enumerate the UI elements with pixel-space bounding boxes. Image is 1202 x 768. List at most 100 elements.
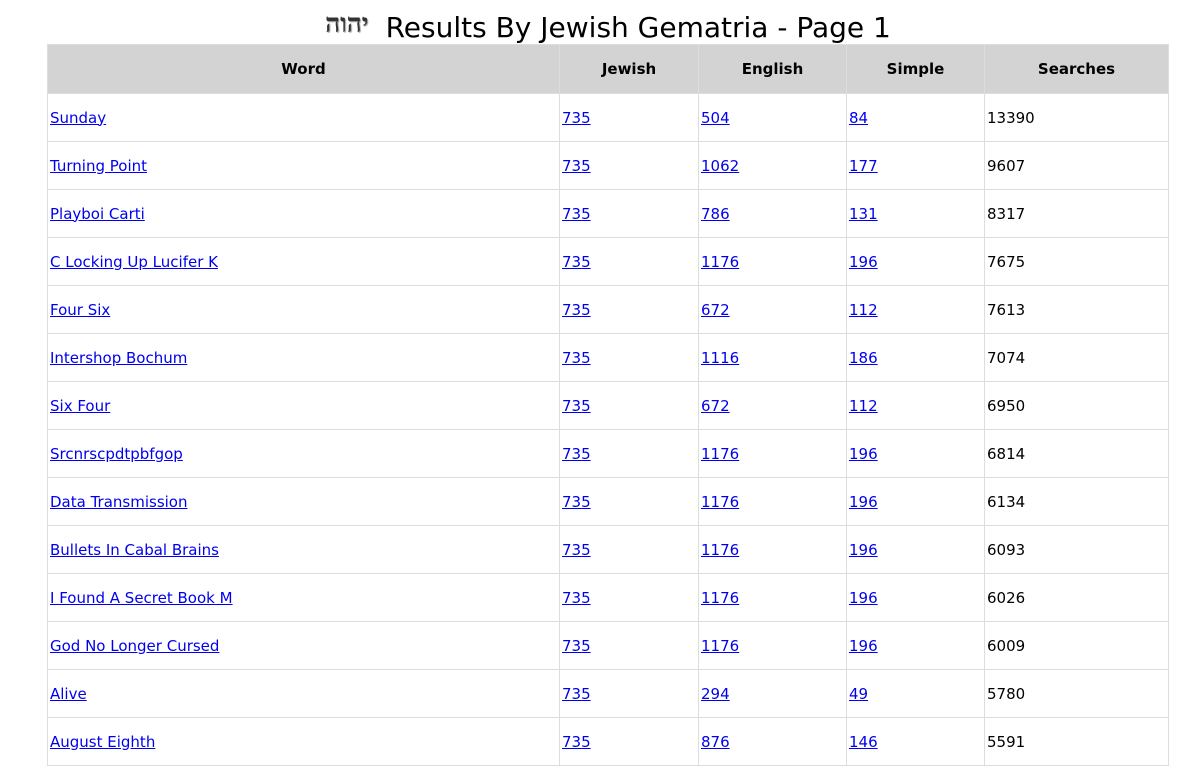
simple-cell: 196 bbox=[846, 573, 985, 622]
english-cell: 1176 bbox=[698, 477, 847, 526]
english-value-link[interactable]: 504 bbox=[701, 109, 730, 127]
jewish-value-link[interactable]: 735 bbox=[562, 205, 591, 223]
table-row: Alive 735 294 49 5780 bbox=[47, 669, 1169, 718]
english-value-link[interactable]: 1176 bbox=[701, 541, 739, 559]
simple-value-link[interactable]: 196 bbox=[849, 541, 878, 559]
jewish-value-link[interactable]: 735 bbox=[562, 733, 591, 751]
english-cell: 504 bbox=[698, 93, 847, 142]
english-value-link[interactable]: 672 bbox=[701, 397, 730, 415]
english-value-link[interactable]: 1116 bbox=[701, 349, 739, 367]
jewish-value-link[interactable]: 735 bbox=[562, 589, 591, 607]
word-link[interactable]: Playboi Carti bbox=[50, 205, 145, 223]
jewish-value-link[interactable]: 735 bbox=[562, 397, 591, 415]
simple-value-link[interactable]: 146 bbox=[849, 733, 878, 751]
table-row: Playboi Carti 735 786 131 8317 bbox=[47, 189, 1169, 238]
jewish-value-link[interactable]: 735 bbox=[562, 253, 591, 271]
english-cell: 1176 bbox=[698, 573, 847, 622]
english-value-link[interactable]: 1062 bbox=[701, 157, 739, 175]
word-link[interactable]: Sunday bbox=[50, 109, 106, 127]
english-value-link[interactable]: 786 bbox=[701, 205, 730, 223]
table-row: God No Longer Cursed 735 1176 196 6009 bbox=[47, 621, 1169, 670]
jewish-value-link[interactable]: 735 bbox=[562, 157, 591, 175]
simple-cell: 196 bbox=[846, 429, 985, 478]
english-value-link[interactable]: 294 bbox=[701, 685, 730, 703]
jewish-value-link[interactable]: 735 bbox=[562, 637, 591, 655]
simple-cell: 196 bbox=[846, 477, 985, 526]
simple-value-link[interactable]: 186 bbox=[849, 349, 878, 367]
searches-cell: 7074 bbox=[984, 333, 1169, 382]
english-value-link[interactable]: 1176 bbox=[701, 493, 739, 511]
word-link[interactable]: Intershop Bochum bbox=[50, 349, 187, 367]
word-link[interactable]: Six Four bbox=[50, 397, 110, 415]
english-value-link[interactable]: 1176 bbox=[701, 589, 739, 607]
word-cell: Turning Point bbox=[47, 141, 560, 190]
jewish-cell: 735 bbox=[559, 477, 699, 526]
word-link[interactable]: Bullets In Cabal Brains bbox=[50, 541, 219, 559]
jewish-value-link[interactable]: 735 bbox=[562, 685, 591, 703]
table-row: Srcnrscpdtpbfgop 735 1176 196 6814 bbox=[47, 429, 1169, 478]
jewish-value-link[interactable]: 735 bbox=[562, 349, 591, 367]
jewish-value-link[interactable]: 735 bbox=[562, 541, 591, 559]
word-cell: Sunday bbox=[47, 93, 560, 142]
word-link[interactable]: God No Longer Cursed bbox=[50, 637, 219, 655]
english-cell: 1062 bbox=[698, 141, 847, 190]
searches-cell: 6093 bbox=[984, 525, 1169, 574]
jewish-value-link[interactable]: 735 bbox=[562, 109, 591, 127]
english-cell: 1176 bbox=[698, 621, 847, 670]
simple-value-link[interactable]: 49 bbox=[849, 685, 868, 703]
simple-value-link[interactable]: 196 bbox=[849, 493, 878, 511]
table-row: Intershop Bochum 735 1116 186 7074 bbox=[47, 333, 1169, 382]
english-value-link[interactable]: 876 bbox=[701, 733, 730, 751]
english-cell: 294 bbox=[698, 669, 847, 718]
jewish-value-link[interactable]: 735 bbox=[562, 301, 591, 319]
jewish-cell: 735 bbox=[559, 381, 699, 430]
simple-value-link[interactable]: 131 bbox=[849, 205, 878, 223]
simple-value-link[interactable]: 84 bbox=[849, 109, 868, 127]
english-value-link[interactable]: 672 bbox=[701, 301, 730, 319]
simple-value-link[interactable]: 112 bbox=[849, 397, 878, 415]
jewish-cell: 735 bbox=[559, 237, 699, 286]
english-value-link[interactable]: 1176 bbox=[701, 253, 739, 271]
english-value-link[interactable]: 1176 bbox=[701, 445, 739, 463]
jewish-cell: 735 bbox=[559, 717, 699, 766]
simple-cell: 186 bbox=[846, 333, 985, 382]
word-link[interactable]: I Found A Secret Book M bbox=[50, 589, 233, 607]
jewish-cell: 735 bbox=[559, 669, 699, 718]
word-link[interactable]: Turning Point bbox=[50, 157, 147, 175]
simple-value-link[interactable]: 196 bbox=[849, 253, 878, 271]
jewish-cell: 735 bbox=[559, 429, 699, 478]
searches-cell: 5591 bbox=[984, 717, 1169, 766]
word-cell: Bullets In Cabal Brains bbox=[47, 525, 560, 574]
searches-cell: 6009 bbox=[984, 621, 1169, 670]
english-cell: 786 bbox=[698, 189, 847, 238]
results-table: Word Jewish English Simple Searches Sund… bbox=[47, 44, 1169, 766]
word-link[interactable]: Four Six bbox=[50, 301, 110, 319]
searches-cell: 6950 bbox=[984, 381, 1169, 430]
word-link[interactable]: C Locking Up Lucifer K bbox=[50, 253, 218, 271]
word-cell: Intershop Bochum bbox=[47, 333, 560, 382]
word-link[interactable]: Srcnrscpdtpbfgop bbox=[50, 445, 183, 463]
word-cell: Playboi Carti bbox=[47, 189, 560, 238]
jewish-cell: 735 bbox=[559, 189, 699, 238]
english-cell: 1176 bbox=[698, 525, 847, 574]
table-row: I Found A Secret Book M 735 1176 196 602… bbox=[47, 573, 1169, 622]
english-value-link[interactable]: 1176 bbox=[701, 637, 739, 655]
word-link[interactable]: Alive bbox=[50, 685, 87, 703]
simple-cell: 49 bbox=[846, 669, 985, 718]
simple-value-link[interactable]: 177 bbox=[849, 157, 878, 175]
simple-cell: 146 bbox=[846, 717, 985, 766]
searches-cell: 8317 bbox=[984, 189, 1169, 238]
jewish-value-link[interactable]: 735 bbox=[562, 493, 591, 511]
simple-value-link[interactable]: 112 bbox=[849, 301, 878, 319]
column-header-english: English bbox=[698, 44, 847, 94]
jewish-cell: 735 bbox=[559, 573, 699, 622]
simple-value-link[interactable]: 196 bbox=[849, 589, 878, 607]
word-link[interactable]: August Eighth bbox=[50, 733, 155, 751]
word-link[interactable]: Data Transmission bbox=[50, 493, 187, 511]
simple-value-link[interactable]: 196 bbox=[849, 637, 878, 655]
jewish-value-link[interactable]: 735 bbox=[562, 445, 591, 463]
column-header-jewish: Jewish bbox=[559, 44, 699, 94]
simple-cell: 196 bbox=[846, 237, 985, 286]
word-cell: Alive bbox=[47, 669, 560, 718]
simple-value-link[interactable]: 196 bbox=[849, 445, 878, 463]
